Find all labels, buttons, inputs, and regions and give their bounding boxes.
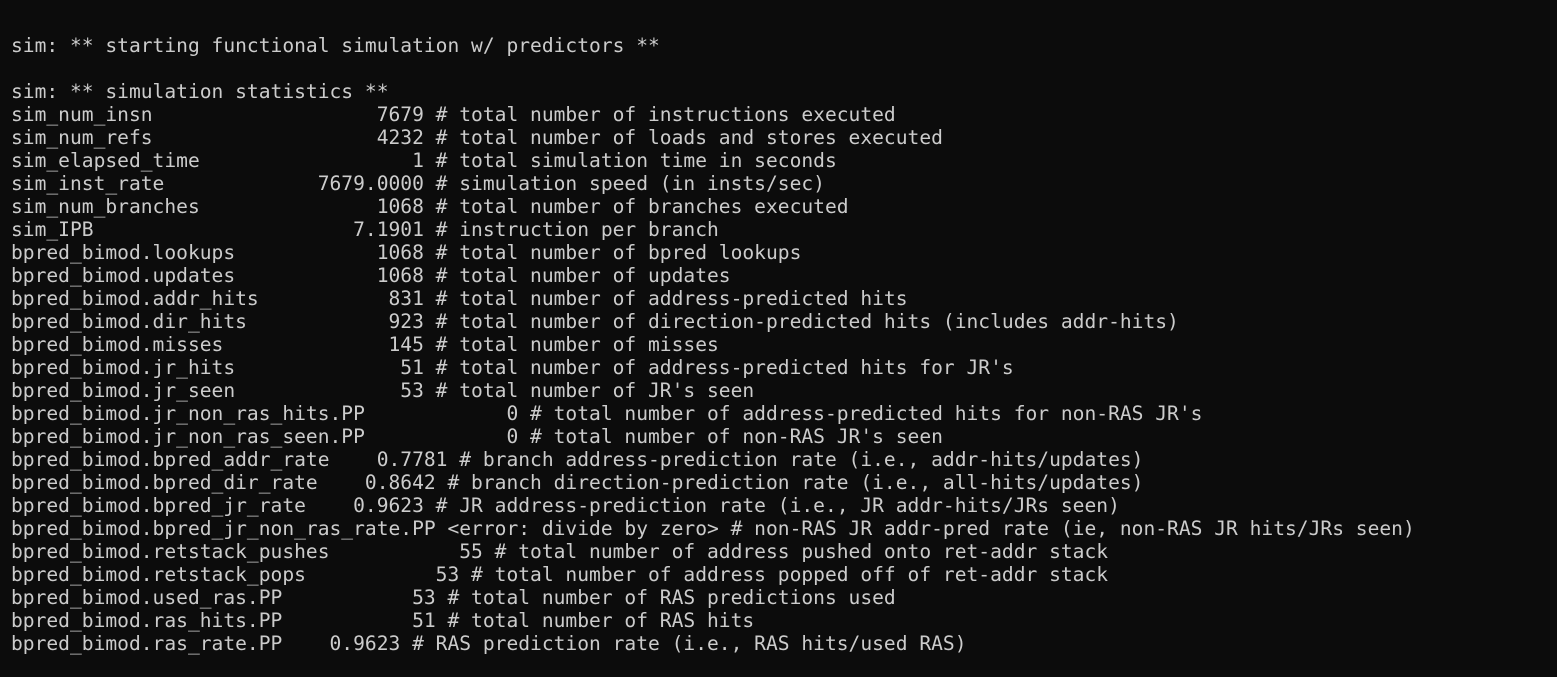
terminal-line: sim_elapsed_time 1 # total simulation ti… [11,149,837,172]
terminal-line: bpred_bimod.jr_non_ras_seen.PP 0 # total… [11,425,943,448]
terminal-line: bpred_bimod.dir_hits 923 # total number … [11,310,1179,333]
terminal-line: bpred_bimod.jr_hits 51 # total number of… [11,356,1014,379]
terminal-line: bpred_bimod.updates 1068 # total number … [11,264,731,287]
terminal-line: bpred_bimod.bpred_jr_rate 0.9623 # JR ad… [11,494,1120,517]
terminal-line: sim_num_insn 7679 # total number of inst… [11,103,896,126]
terminal-line: bpred_bimod.bpred_addr_rate 0.7781 # bra… [11,448,1144,471]
terminal-line: bpred_bimod.used_ras.PP 53 # total numbe… [11,586,896,609]
terminal-line: bpred_bimod.ras_rate.PP 0.9623 # RAS pre… [11,632,967,655]
terminal-line: sim_num_branches 1068 # total number of … [11,195,849,218]
terminal-line: sim_IPB 7.1901 # instruction per branch [11,218,719,241]
terminal-line: bpred_bimod.ras_hits.PP 51 # total numbe… [11,609,755,632]
terminal-line: bpred_bimod.lookups 1068 # total number … [11,241,802,264]
terminal-line: bpred_bimod.misses 145 # total number of… [11,333,719,356]
terminal-output[interactable]: sim: ** starting functional simulation w… [0,0,1557,677]
terminal-line: bpred_bimod.jr_seen 53 # total number of… [11,379,755,402]
terminal-line: bpred_bimod.retstack_pops 53 # total num… [11,563,1109,586]
terminal-line: sim: ** simulation statistics ** [11,80,389,103]
terminal-line: bpred_bimod.bpred_dir_rate 0.8642 # bran… [11,471,1144,494]
terminal-line: bpred_bimod.retstack_pushes 55 # total n… [11,540,1109,563]
terminal-line: bpred_bimod.jr_non_ras_hits.PP 0 # total… [11,402,1203,425]
terminal-line: sim_num_refs 4232 # total number of load… [11,126,943,149]
terminal-line: sim: ** starting functional simulation w… [11,34,660,57]
terminal-line: sim_inst_rate 7679.0000 # simulation spe… [11,172,825,195]
terminal-line: bpred_bimod.addr_hits 831 # total number… [11,287,908,310]
terminal-line: bpred_bimod.bpred_jr_non_ras_rate.PP <er… [11,517,1415,540]
